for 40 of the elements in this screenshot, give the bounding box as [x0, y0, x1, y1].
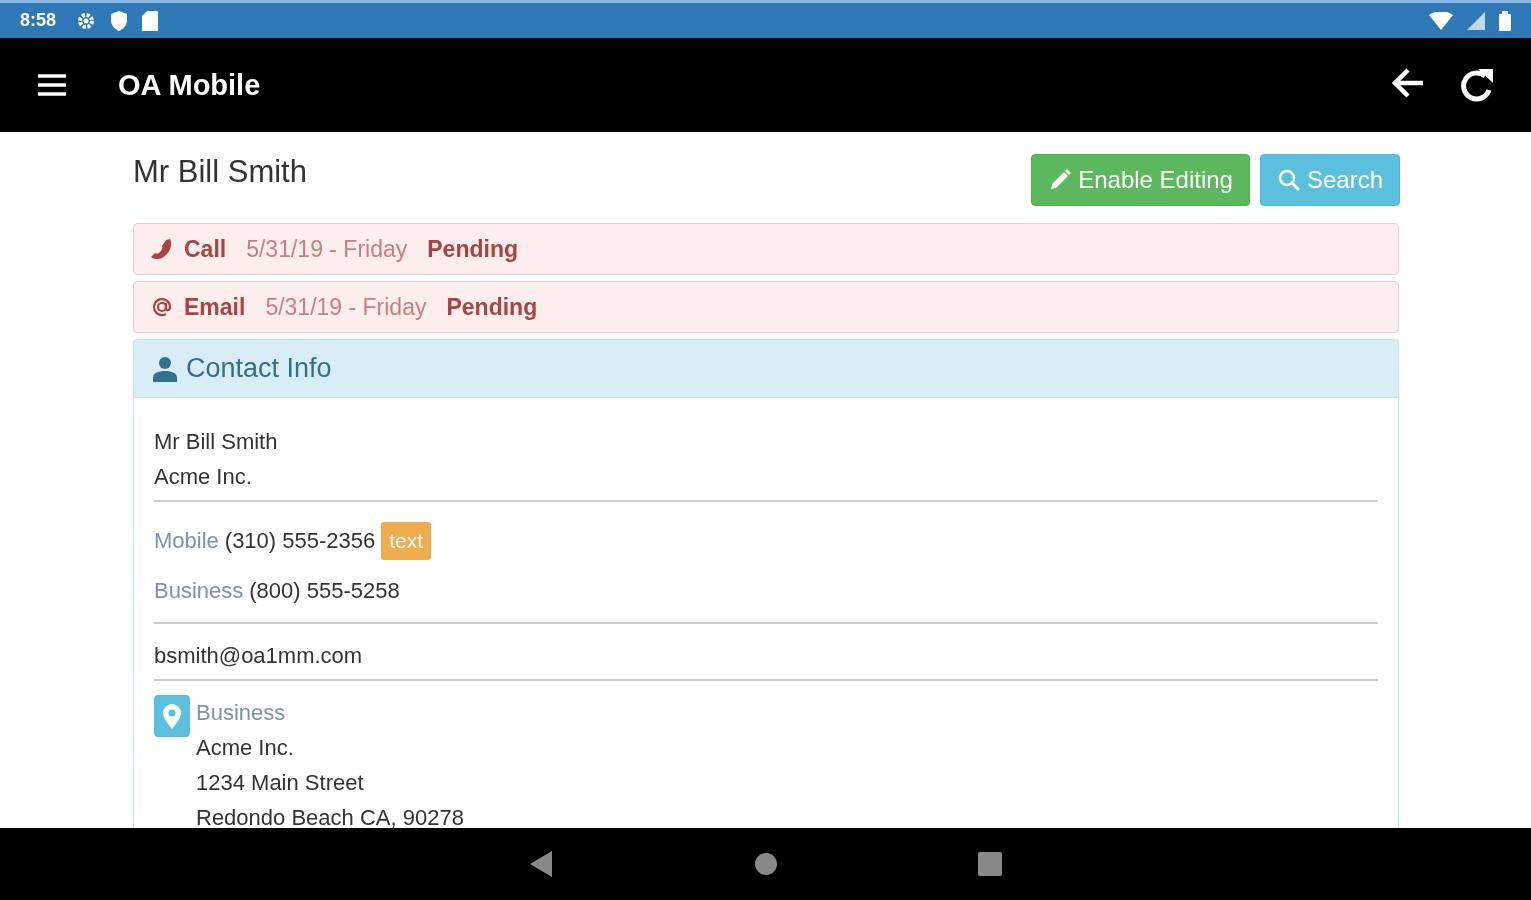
contact-name: Mr Bill Smith	[154, 428, 279, 456]
search-icon	[1276, 168, 1301, 192]
menu-icon[interactable]	[36, 73, 68, 97]
activity-type: Email	[184, 293, 246, 321]
home-icon[interactable]	[753, 852, 778, 876]
company-name: Acme Inc.	[154, 463, 253, 491]
phone-number[interactable]: (310) 555-2356	[224, 528, 376, 554]
activity-date: 5/31/19 - Friday	[246, 235, 408, 263]
back-icon[interactable]	[529, 851, 554, 877]
person-icon	[152, 355, 178, 382]
gear-icon	[76, 10, 97, 31]
app-title: OA Mobile	[118, 68, 261, 102]
wifi-icon	[1429, 11, 1453, 30]
address-label: Business	[196, 699, 287, 727]
activity-alert[interactable]: Email 5/31/19 - Friday Pending	[133, 281, 1399, 333]
activity-status: Pending	[446, 293, 538, 321]
battery-icon	[1499, 10, 1511, 31]
address-line: 1234 Main Street	[196, 769, 365, 797]
shield-icon	[110, 10, 129, 31]
phone-label: Mobile	[154, 528, 219, 554]
activity-date: 5/31/19 - Friday	[265, 293, 427, 321]
panel-title: Contact Info	[186, 353, 332, 384]
recents-icon[interactable]	[977, 852, 1002, 876]
phone-icon	[150, 237, 174, 261]
email-address[interactable]: bsmith@oa1mm.com	[154, 638, 1378, 673]
signal-icon	[1467, 11, 1485, 30]
contact-title: Mr Bill Smith	[133, 154, 307, 190]
address-line: Acme Inc.	[196, 734, 295, 762]
address-line: Redondo Beach CA, 90278	[196, 804, 464, 828]
refresh-icon[interactable]	[1461, 67, 1495, 103]
activity-status: Pending	[427, 235, 518, 263]
activity-alert[interactable]: Call 5/31/19 - Friday Pending	[133, 223, 1399, 275]
pencil-icon	[1048, 168, 1073, 192]
phone-number[interactable]: (800) 555-5258	[249, 578, 400, 604]
phone-label: Business	[154, 578, 244, 604]
activity-type: Call	[184, 235, 227, 263]
status-time: 8:58	[20, 10, 57, 31]
back-arrow-icon[interactable]	[1391, 67, 1425, 99]
at-icon	[150, 295, 174, 319]
sd-card-icon	[142, 10, 159, 31]
